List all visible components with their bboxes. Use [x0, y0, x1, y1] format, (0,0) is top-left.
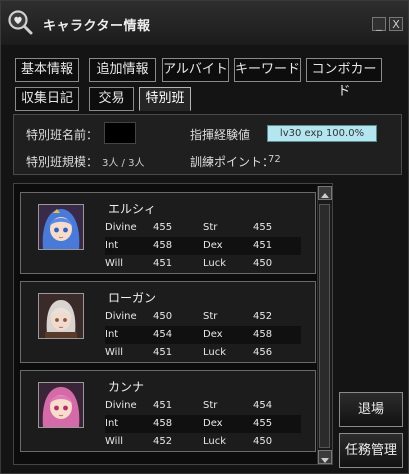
stat-row: Will 451 Luck 450 [105, 255, 301, 273]
stat-label: Will [105, 258, 124, 269]
stat-value: 451 [153, 347, 173, 358]
stat-label: Int [105, 329, 119, 340]
member-name: ローガン [108, 291, 157, 305]
arrow-down-icon [321, 458, 329, 463]
stat-row: Will 452 Luck 450 [105, 433, 301, 451]
window-title: キャラクター情報 [43, 19, 151, 34]
stat-row: Int 458 Dex 455 [105, 415, 301, 433]
tab-keyword[interactable]: キーワード [234, 58, 301, 82]
stat-value: 458 [253, 329, 273, 340]
stat-row: Will 451 Luck 456 [105, 344, 301, 362]
tab-trade[interactable]: 交易 [89, 87, 134, 111]
member-name: エルシィ [108, 202, 157, 216]
stat-value: 450 [153, 311, 173, 322]
stat-value: 455 [253, 418, 273, 429]
arrow-up-icon [321, 193, 329, 198]
stat-value: 451 [153, 400, 173, 411]
character-info-window: キャラクター情報 _ X 基本情報 追加情報 アルバイト キーワード コンボカー… [0, 0, 409, 474]
pink-hair-girl-portrait [38, 382, 84, 428]
stat-value: 455 [253, 222, 273, 233]
stat-row: Divine 455 Str 455 [105, 219, 301, 237]
stat-value: 450 [253, 436, 273, 447]
scroll-up-button[interactable] [318, 186, 332, 200]
command-exp-bar: lv30 exp 100.0% [267, 125, 377, 142]
stat-label: Will [105, 436, 124, 447]
stat-label: Str [203, 311, 218, 322]
member-card[interactable]: エルシィ Divine 455 Str 455 Int 458 Dex 451 … [20, 192, 316, 274]
stat-label: Dex [203, 418, 223, 429]
stat-label: Int [105, 240, 119, 251]
stat-label: Int [105, 418, 119, 429]
stat-label: Divine [105, 222, 137, 233]
scroll-thumb[interactable] [319, 204, 330, 448]
tab-special-squad[interactable]: 特別班 [139, 87, 191, 111]
member-card[interactable]: カンナ Divine 451 Str 454 Int 458 Dex 455 W… [20, 370, 316, 452]
minimize-button[interactable]: _ [372, 17, 386, 31]
stat-value: 455 [153, 222, 173, 233]
training-points-value: 72 [268, 154, 281, 165]
stat-value: 452 [153, 436, 173, 447]
stat-label: Dex [203, 329, 223, 340]
stat-row: Divine 451 Str 454 [105, 397, 301, 415]
scroll-down-button[interactable] [318, 450, 332, 464]
squad-name-label: 特別班名前： [26, 128, 99, 142]
stat-label: Luck [203, 347, 227, 358]
tab-collection-diary[interactable]: 収集日記 [15, 87, 79, 111]
white-hair-boy-portrait [38, 293, 84, 339]
mission-management-button[interactable]: 任務管理 [339, 433, 403, 468]
stat-row: Divine 450 Str 452 [105, 308, 301, 326]
stat-label: Str [203, 222, 218, 233]
close-button[interactable]: X [389, 17, 403, 31]
stat-row: Int 458 Dex 451 [105, 237, 301, 255]
member-card[interactable]: ローガン Divine 450 Str 452 Int 454 Dex 458 … [20, 281, 316, 363]
leave-button[interactable]: 退場 [339, 392, 403, 427]
stat-label: Will [105, 347, 124, 358]
tab-additional-info[interactable]: 追加情報 [89, 58, 156, 82]
stat-label: Luck [203, 436, 227, 447]
title-bar[interactable]: キャラクター情報 _ X [1, 1, 408, 45]
stat-value: 451 [253, 240, 273, 251]
stat-label: Divine [105, 311, 137, 322]
stat-value: 454 [153, 329, 173, 340]
training-points-label: 訓練ポイント： [190, 155, 275, 169]
stat-value: 456 [253, 347, 273, 358]
tab-basic-info[interactable]: 基本情報 [15, 58, 79, 82]
magnifier-heart-icon [8, 10, 33, 35]
member-list-scrollbar[interactable] [317, 186, 332, 464]
member-name: カンナ [108, 380, 145, 394]
stat-value: 451 [153, 258, 173, 269]
squad-size-value: 3人 / 3人 [102, 158, 145, 169]
stat-value: 450 [253, 258, 273, 269]
stat-label: Divine [105, 400, 137, 411]
stat-value: 458 [153, 418, 173, 429]
stat-value: 458 [153, 240, 173, 251]
stat-label: Str [203, 400, 218, 411]
member-list[interactable]: エルシィ Divine 455 Str 455 Int 458 Dex 451 … [13, 183, 333, 465]
stat-value: 454 [253, 400, 273, 411]
stat-value: 452 [253, 311, 273, 322]
blue-hair-girl-portrait [38, 204, 84, 250]
stat-row: Int 454 Dex 458 [105, 326, 301, 344]
squad-size-label: 特別班規模： [26, 155, 99, 169]
tab-combo-card[interactable]: コンボカード [306, 58, 382, 99]
tab-part-time-job[interactable]: アルバイト [162, 58, 229, 82]
stat-label: Dex [203, 240, 223, 251]
squad-name-field[interactable] [104, 122, 136, 144]
command-exp-label: 指揮経験値 [190, 128, 251, 142]
stat-label: Luck [203, 258, 227, 269]
